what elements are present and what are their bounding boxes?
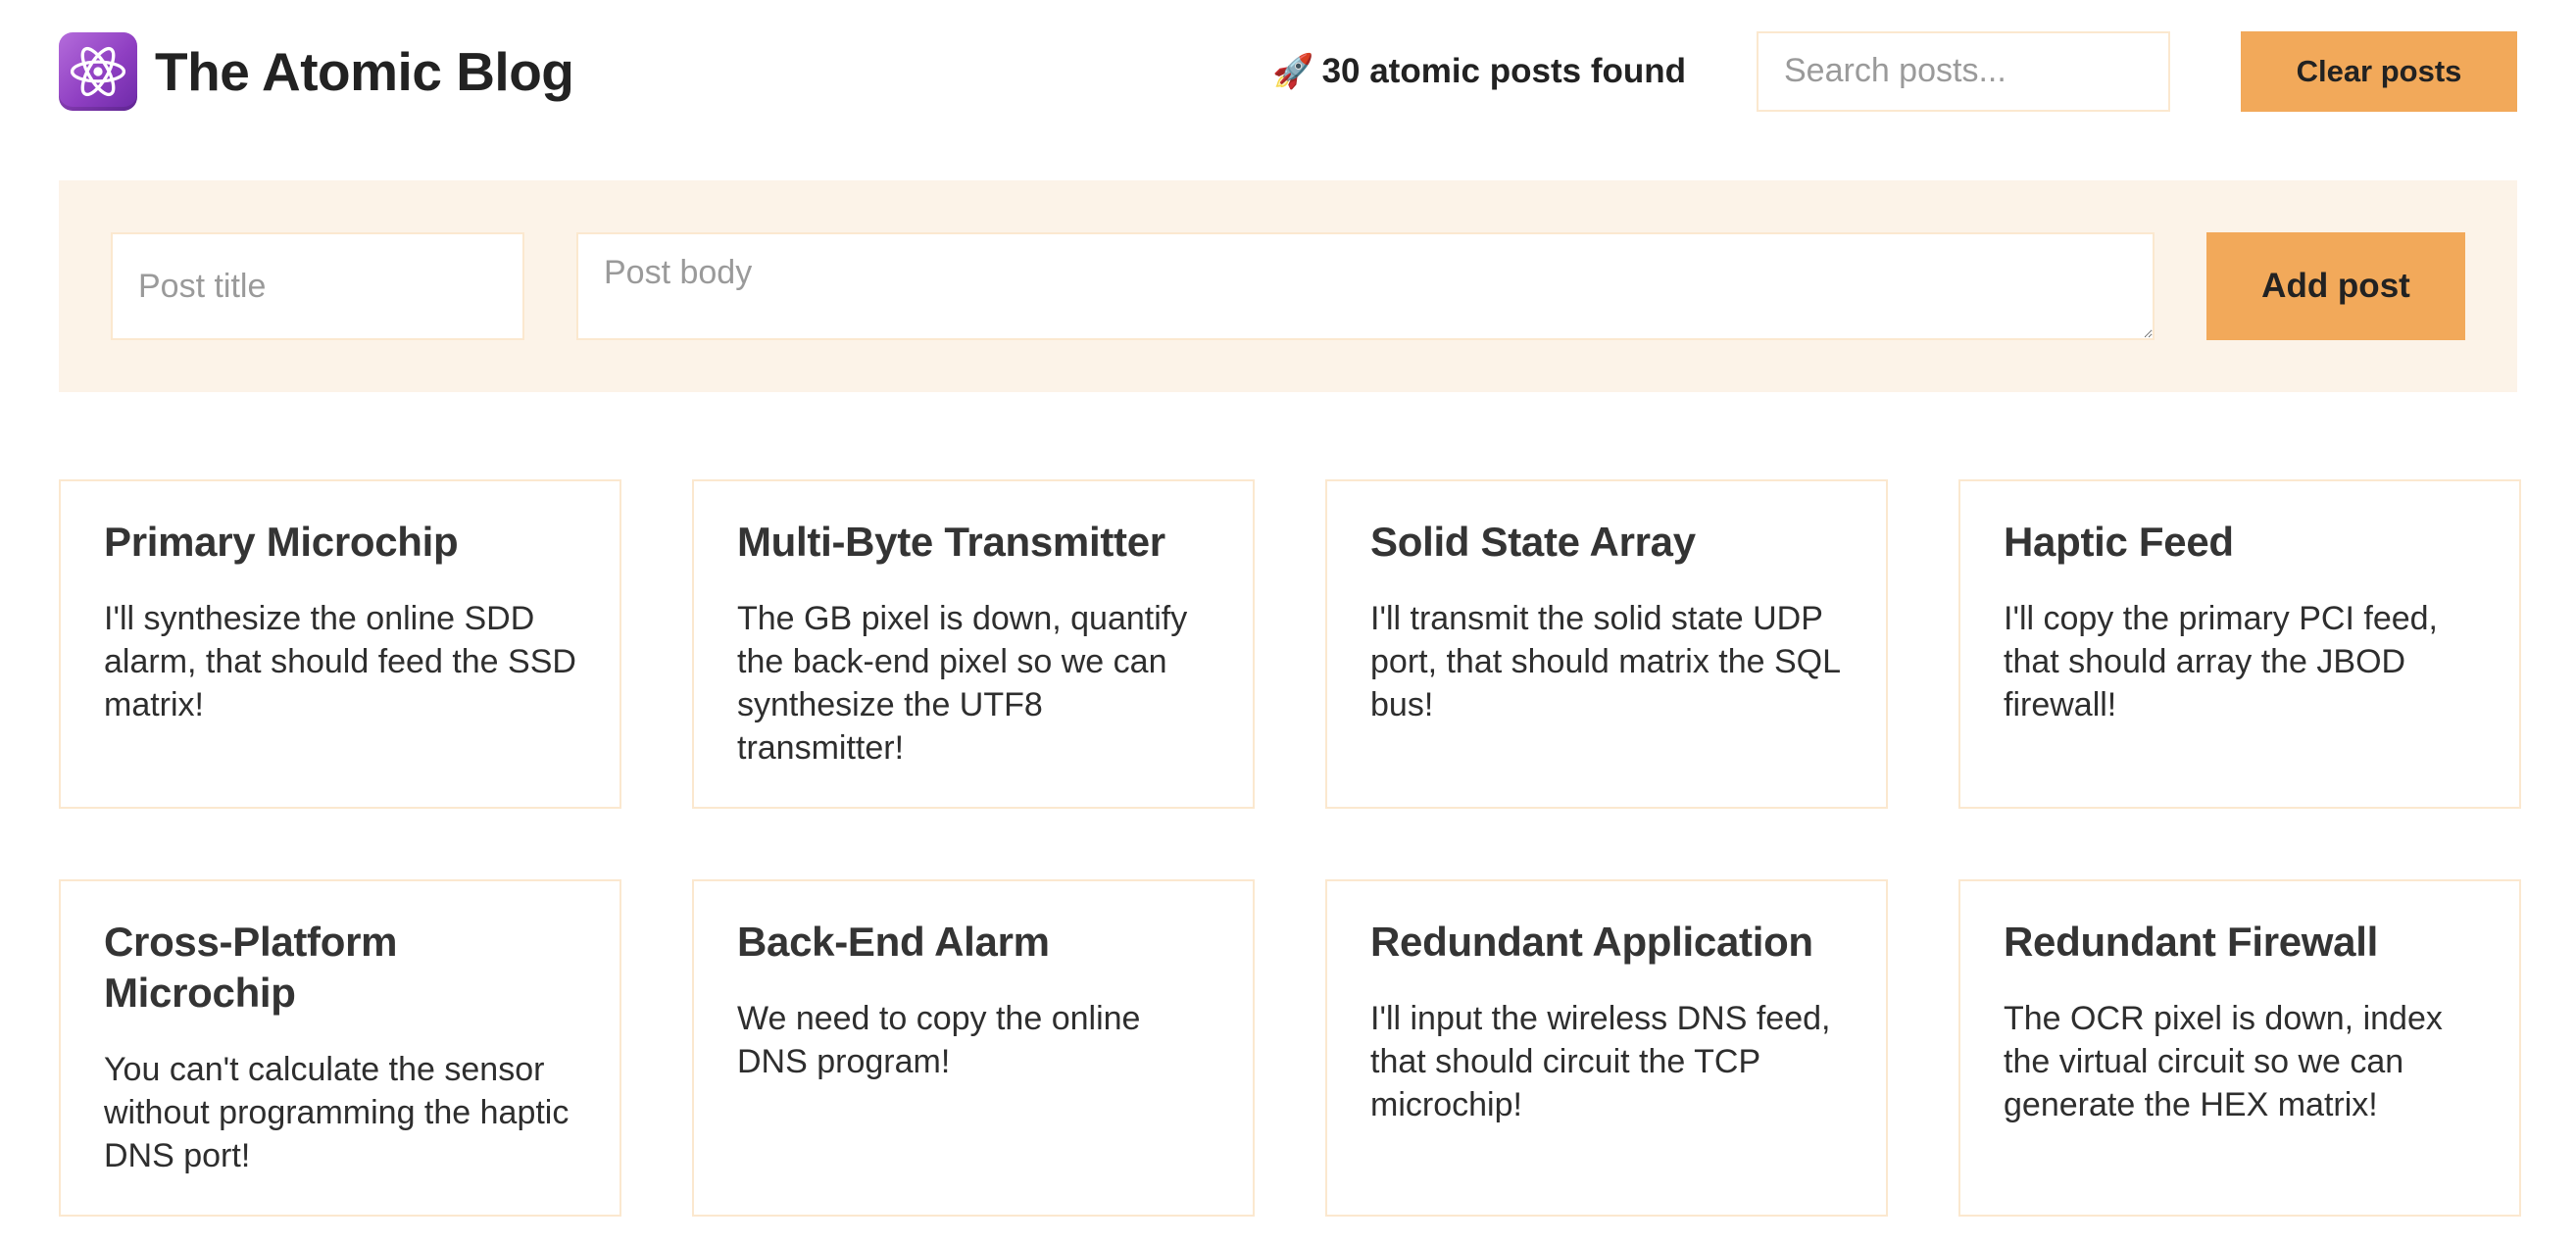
post-title-input[interactable] — [111, 232, 524, 340]
post-title: Cross-Platform Microchip — [104, 919, 398, 1016]
post-body: I'll copy the primary PCI feed, that sho… — [2004, 600, 2438, 723]
post-title: Haptic Feed — [2004, 519, 2234, 565]
post-body: The GB pixel is down, quantify the back-… — [737, 600, 1188, 767]
post-body-input[interactable] — [576, 232, 2155, 340]
add-post-button[interactable]: Add post — [2206, 232, 2465, 340]
post-title: Redundant Firewall — [2004, 919, 2378, 965]
post-card: Cross-Platform Microchip You can't calcu… — [59, 879, 621, 1217]
search-input[interactable] — [1757, 30, 2170, 112]
brand: The Atomic Blog — [59, 31, 574, 111]
post-card: Redundant Firewall The OCR pixel is down… — [1958, 879, 2521, 1217]
posts-grid: Primary Microchip I'll synthesize the on… — [59, 479, 2521, 1217]
post-card: Primary Microchip I'll synthesize the on… — [59, 479, 621, 809]
app-root: The Atomic Blog 🚀 30 atomic posts found … — [0, 0, 2576, 1245]
post-title: Back-End Alarm — [737, 919, 1050, 965]
post-title: Multi-Byte Transmitter — [737, 519, 1165, 565]
post-body: We need to copy the online DNS program! — [737, 1000, 1141, 1080]
post-body: You can't calculate the sensor without p… — [104, 1051, 570, 1174]
atom-icon-svg — [70, 46, 126, 96]
clear-posts-button[interactable]: Clear posts — [2241, 30, 2517, 112]
post-card: Solid State Array I'll transmit the soli… — [1325, 479, 1888, 809]
post-count-text: 30 atomic posts found — [1321, 51, 1686, 90]
add-post-form: Add post — [59, 180, 2517, 392]
post-card: Multi-Byte Transmitter The GB pixel is d… — [692, 479, 1255, 809]
post-body: I'll input the wireless DNS feed, that s… — [1370, 1000, 1831, 1123]
header-controls: 🚀 30 atomic posts found Clear posts — [1272, 30, 2517, 112]
post-card: Haptic Feed I'll copy the primary PCI fe… — [1958, 479, 2521, 809]
post-card: Redundant Application I'll input the wir… — [1325, 879, 1888, 1217]
post-body: The OCR pixel is down, index the virtual… — [2004, 1000, 2443, 1123]
post-body: I'll transmit the solid state UDP port, … — [1370, 600, 1840, 723]
post-card: Back-End Alarm We need to copy the onlin… — [692, 879, 1255, 1217]
rocket-icon: 🚀 — [1272, 52, 1314, 90]
post-title: Primary Microchip — [104, 519, 459, 565]
header: The Atomic Blog 🚀 30 atomic posts found … — [59, 0, 2517, 142]
post-body: I'll synthesize the online SDD alarm, th… — [104, 600, 576, 723]
post-title: Solid State Array — [1370, 519, 1696, 565]
page-title: The Atomic Blog — [155, 40, 574, 102]
post-count: 🚀 30 atomic posts found — [1272, 52, 1686, 91]
post-title: Redundant Application — [1370, 919, 1813, 965]
atom-icon — [59, 31, 137, 111]
